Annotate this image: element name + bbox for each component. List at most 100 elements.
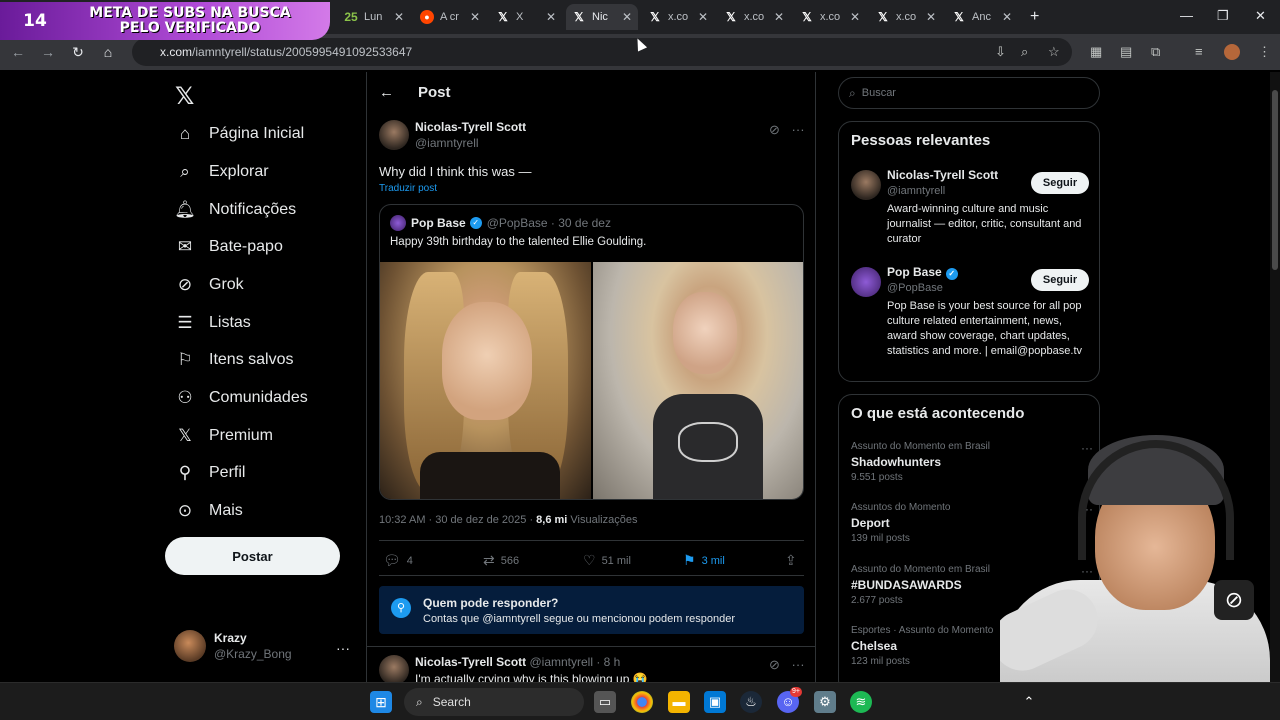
divider <box>379 575 804 576</box>
nav-label: Notificações <box>209 201 297 218</box>
browser-tab[interactable]: 𝕏 Anc ✕ <box>946 4 1018 30</box>
chrome-icon[interactable] <box>631 691 653 713</box>
browser-tab[interactable]: 𝕏x.co ✕ <box>718 4 790 30</box>
avatar[interactable] <box>379 655 409 685</box>
quoted-post[interactable]: Pop Base ✓ @PopBase · 30 de dez Happy 39… <box>379 204 804 500</box>
quote-photo-2[interactable] <box>593 262 803 499</box>
close-icon[interactable]: ✕ <box>394 10 404 24</box>
nav-item-bookmarks[interactable]: ⚐ Itens salvos <box>174 350 293 370</box>
more-icon[interactable]: ··· <box>336 640 350 656</box>
share-button[interactable]: ⇪ <box>785 552 803 569</box>
close-icon[interactable]: ✕ <box>850 10 860 24</box>
browser-tab[interactable]: 𝕏 X ✕ <box>490 4 562 30</box>
avatar[interactable] <box>851 267 881 297</box>
back-arrow-icon[interactable]: ← <box>379 84 394 101</box>
extension-icon[interactable]: ▦ <box>1090 44 1102 60</box>
nav-item-explore[interactable]: ⌕ Explorar <box>174 162 268 182</box>
reply-author-name[interactable]: Nicolas-Tyrell Scott <box>415 655 526 669</box>
nav-item-lists[interactable]: ☰ Listas <box>174 313 250 333</box>
spotify-icon[interactable]: ≋ <box>850 691 872 713</box>
nav-item-more[interactable]: ⊙ Mais <box>174 501 243 521</box>
back-icon[interactable]: ← <box>10 44 26 60</box>
x-logo-icon[interactable]: 𝕏 <box>175 82 194 110</box>
post-button[interactable]: Postar <box>165 537 340 575</box>
new-tab-button[interactable]: + <box>1024 4 1044 30</box>
steam-icon[interactable]: ♨ <box>740 691 762 713</box>
close-icon[interactable]: ✕ <box>470 10 480 24</box>
bookmark-button[interactable]: ⚑ 3 mil <box>683 552 725 569</box>
bookmark-star-icon[interactable]: ☆ <box>1048 44 1060 60</box>
page-scrollbar[interactable] <box>1270 72 1280 682</box>
close-icon[interactable]: ✕ <box>1002 10 1012 24</box>
reload-icon[interactable]: ↻ <box>70 44 86 61</box>
avatar[interactable] <box>379 120 409 150</box>
more-icon[interactable]: ··· <box>792 657 805 672</box>
chevron-up-icon[interactable]: ⌃ <box>1018 691 1040 713</box>
x-logo-icon: 𝕏 <box>802 10 812 24</box>
close-window-icon[interactable]: ✕ <box>1255 8 1266 24</box>
nav-item-home[interactable]: ⌂ Página Inicial <box>174 124 304 144</box>
account-switcher[interactable]: Krazy @Krazy_Bong ··· <box>174 630 350 662</box>
post-detail-column: ← Post Nicolas-Tyrell Scott @iamntyrell … <box>366 72 816 686</box>
home-icon[interactable]: ⌂ <box>100 44 116 60</box>
menu-kebab-icon[interactable]: ⋮ <box>1258 44 1271 60</box>
extension-icon[interactable]: ▤ <box>1120 44 1132 60</box>
install-icon[interactable]: ⇩ <box>995 44 1006 60</box>
person-handle[interactable]: @PopBase <box>887 282 943 294</box>
windows-start-icon[interactable]: ⊞ <box>370 691 392 713</box>
more-icon[interactable]: ··· <box>792 122 805 137</box>
profile-avatar-icon[interactable] <box>1224 44 1240 60</box>
browser-tab[interactable]: 𝕏x.co ✕ <box>794 4 866 30</box>
close-icon[interactable]: ✕ <box>774 10 784 24</box>
nav-label: Perfil <box>209 464 246 481</box>
person-name[interactable]: Nicolas-Tyrell Scott <box>887 168 998 182</box>
close-icon[interactable]: ✕ <box>698 10 708 24</box>
browser-tab[interactable]: ● A cr ✕ <box>414 4 486 30</box>
forward-icon[interactable]: → <box>40 44 56 60</box>
author-handle[interactable]: @iamntyrell <box>415 136 526 150</box>
nav-item-communities[interactable]: ⚇ Comunidades <box>174 388 307 408</box>
settings-gear-icon[interactable]: ⚙ <box>814 691 836 713</box>
browser-tab[interactable]: 25 Lun ✕ <box>338 4 410 30</box>
like-count: 51 mil <box>601 554 631 567</box>
grok-icon[interactable]: ⊘ <box>769 657 780 672</box>
quote-photo-1[interactable] <box>380 262 591 499</box>
nav-item-profile[interactable]: ⚲ Perfil <box>174 463 246 483</box>
extensions-puzzle-icon[interactable]: ⧉ <box>1151 44 1160 60</box>
minimize-icon[interactable]: — <box>1180 8 1193 23</box>
nav-item-premium[interactable]: 𝕏 Premium <box>174 426 273 446</box>
follow-button[interactable]: Seguir <box>1031 269 1089 291</box>
person-handle[interactable]: @iamntyrell <box>887 185 945 197</box>
post-author[interactable]: Nicolas-Tyrell Scott @iamntyrell <box>379 120 526 150</box>
repost-button[interactable]: ⇄ 566 <box>483 552 519 569</box>
close-icon[interactable]: ✕ <box>926 10 936 24</box>
like-button[interactable]: ♡ 51 mil <box>583 552 631 569</box>
grok-icon[interactable]: ⊘ <box>769 122 780 137</box>
taskbar-search[interactable]: ⌕ Search <box>404 688 584 716</box>
url-field[interactable]: x.com/iamntyrell/status/2005995491092533… <box>132 38 1072 66</box>
follow-button[interactable]: Seguir <box>1031 172 1089 194</box>
search-icon: ⌕ <box>416 694 423 709</box>
browser-tab[interactable]: 𝕏x.co ✕ <box>870 4 942 30</box>
nav-item-messages[interactable]: ✉ Bate-papo <box>174 237 283 257</box>
nav-item-notifications[interactable]: 🔔︎ Notificações <box>174 200 296 220</box>
reply-button[interactable]: 💬︎ 4 <box>383 552 413 569</box>
close-icon[interactable]: ✕ <box>622 10 632 24</box>
scrollbar-thumb[interactable] <box>1272 90 1278 270</box>
avatar[interactable] <box>851 170 881 200</box>
maximize-icon[interactable]: ❐ <box>1217 8 1229 24</box>
media-icon[interactable]: ≡ <box>1195 44 1203 59</box>
store-icon[interactable]: ▣ <box>704 691 726 713</box>
search-input[interactable]: ⌕ Buscar <box>838 77 1100 109</box>
person-name[interactable]: Pop Base ✓ <box>887 265 958 280</box>
author-name[interactable]: Nicolas-Tyrell Scott <box>415 120 526 134</box>
browser-tab[interactable]: 𝕏x.co ✕ <box>642 4 714 30</box>
translate-link[interactable]: Traduzir post <box>379 183 437 194</box>
nav-item-grok[interactable]: ⊘ Grok <box>174 275 244 295</box>
zoom-icon[interactable]: ⌕ <box>1021 44 1028 60</box>
close-icon[interactable]: ✕ <box>546 10 556 24</box>
file-explorer-icon[interactable]: ▬ <box>668 691 690 713</box>
person-bio: Award-winning culture and music journali… <box>887 203 1082 245</box>
browser-tab-active[interactable]: 𝕏 Nic ✕ <box>566 4 638 30</box>
task-view-icon[interactable]: ▭ <box>594 691 616 713</box>
